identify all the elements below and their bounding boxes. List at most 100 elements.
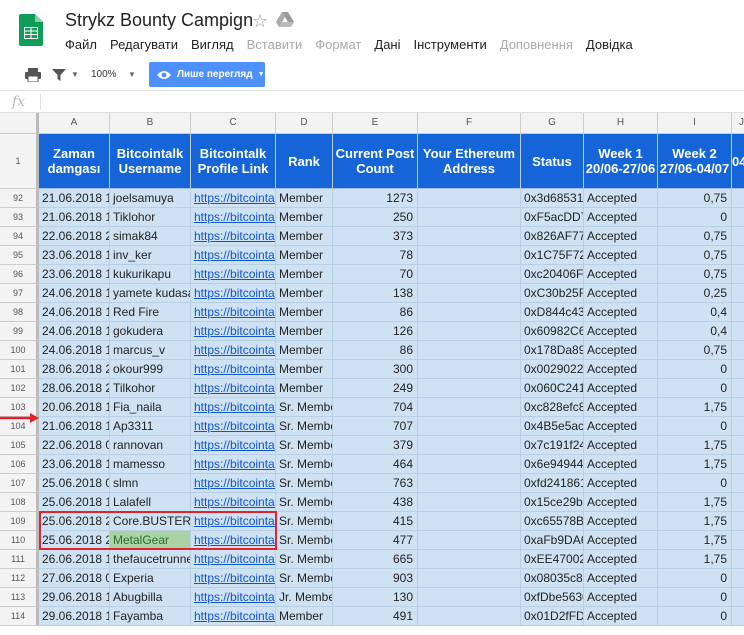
table-cell[interactable]: 0x60982C6c1560E [521,322,584,341]
table-cell[interactable]: https://bitcointalk [191,189,276,208]
table-cell[interactable]: 1,75 [658,455,732,474]
table-cell[interactable]: Accepted [584,265,658,284]
filter-dropdown-icon[interactable]: ▼ [71,70,79,79]
table-cell[interactable] [732,284,744,303]
row-number[interactable]: 92 [0,189,39,208]
table-cell[interactable] [418,189,521,208]
table-cell[interactable] [732,227,744,246]
table-cell[interactable]: Experia [110,569,191,588]
table-cell[interactable]: Accepted [584,436,658,455]
table-cell[interactable]: https://bitcointalk [191,246,276,265]
table-cell[interactable]: 704 [333,398,418,417]
select-all-corner[interactable] [0,113,39,134]
table-cell[interactable]: 0,75 [658,246,732,265]
document-title[interactable]: Strykz Bounty Campign [65,10,253,31]
table-cell[interactable]: Accepted [584,227,658,246]
table-cell[interactable]: 300 [333,360,418,379]
menu-item-4[interactable]: Вставити [247,37,303,52]
table-cell[interactable]: 0xC30b25F301a72 [521,284,584,303]
table-cell[interactable]: https://bitcointalk [191,208,276,227]
table-cell[interactable]: 0xaFb9DA63eDFC [521,531,584,550]
table-cell[interactable] [418,607,521,626]
table-cell[interactable]: 1,75 [658,436,732,455]
table-cell[interactable]: inv_ker [110,246,191,265]
table-cell[interactable] [418,569,521,588]
menu-item-9[interactable]: Довідка [586,37,633,52]
table-cell[interactable]: Member [276,322,333,341]
menu-item-5[interactable]: Формат [315,37,361,52]
table-cell[interactable]: 86 [333,341,418,360]
table-cell[interactable]: Member [276,284,333,303]
table-cell[interactable] [732,474,744,493]
column-header-a[interactable]: A [39,113,110,134]
column-header-d[interactable]: D [276,113,333,134]
table-cell[interactable]: Accepted [584,303,658,322]
table-cell[interactable]: Abugbilla [110,588,191,607]
table-cell[interactable] [732,531,744,550]
table-cell[interactable]: Accepted [584,493,658,512]
table-cell[interactable] [418,550,521,569]
header-cell[interactable]: Rank [276,134,333,189]
table-cell[interactable]: Member [276,303,333,322]
table-cell[interactable]: 0xF5acDD7f32dF1 [521,208,584,227]
print-icon[interactable] [25,68,41,82]
table-cell[interactable]: https://bitcointalk [191,322,276,341]
table-cell[interactable]: 477 [333,531,418,550]
table-cell[interactable]: Member [276,246,333,265]
table-cell[interactable] [732,360,744,379]
menu-item-3[interactable]: Вигляд [191,37,234,52]
table-cell[interactable]: https://bitcointalk [191,284,276,303]
row-number[interactable]: 110 [0,531,39,550]
row-number[interactable]: 96 [0,265,39,284]
table-cell[interactable] [418,208,521,227]
table-cell[interactable]: Fayamba [110,607,191,626]
star-icon[interactable]: ☆ [252,11,268,31]
row-number[interactable]: 106 [0,455,39,474]
table-cell[interactable]: 24.06.2018 1 [39,341,110,360]
table-cell[interactable]: 21.06.2018 1 [39,417,110,436]
table-cell[interactable]: https://bitcointalk [191,588,276,607]
table-cell[interactable]: 0xD844c43677C04 [521,303,584,322]
table-cell[interactable] [418,227,521,246]
table-cell[interactable]: 1,75 [658,550,732,569]
header-cell[interactable]: Your Ethereum Address [418,134,521,189]
row-number[interactable]: 100 [0,341,39,360]
table-cell[interactable]: 0 [658,208,732,227]
table-cell[interactable]: Member [276,227,333,246]
table-cell[interactable]: thefaucetrunne [110,550,191,569]
table-cell[interactable]: 249 [333,379,418,398]
table-cell[interactable]: 903 [333,569,418,588]
table-cell[interactable]: 21.06.2018 1 [39,189,110,208]
row-number[interactable]: 98 [0,303,39,322]
table-cell[interactable]: Red Fire [110,303,191,322]
table-cell[interactable]: 24.06.2018 1 [39,322,110,341]
table-cell[interactable]: 438 [333,493,418,512]
row-number[interactable]: 101 [0,360,39,379]
table-cell[interactable] [418,588,521,607]
table-cell[interactable]: Accepted [584,588,658,607]
table-cell[interactable] [418,436,521,455]
table-cell[interactable]: https://bitcointalk [191,455,276,474]
table-cell[interactable]: 78 [333,246,418,265]
table-cell[interactable]: 0x7c191f24132e11 [521,436,584,455]
table-cell[interactable]: Accepted [584,569,658,588]
table-cell[interactable]: Accepted [584,607,658,626]
table-cell[interactable]: 0 [658,607,732,626]
table-cell[interactable] [732,398,744,417]
table-cell[interactable] [418,398,521,417]
table-cell[interactable]: 24.06.2018 1 [39,303,110,322]
table-cell[interactable]: Accepted [584,512,658,531]
table-cell[interactable]: 23.06.2018 1 [39,265,110,284]
table-cell[interactable]: Ap3311 [110,417,191,436]
table-cell[interactable]: Tilkohor [110,379,191,398]
table-cell[interactable]: 0xc20406F1c80c19 [521,265,584,284]
table-cell[interactable]: Sr. Membe [276,531,333,550]
table-cell[interactable]: 0 [658,474,732,493]
table-cell[interactable]: Member [276,341,333,360]
move-to-drive-icon[interactable] [276,12,294,28]
table-cell[interactable] [732,550,744,569]
table-cell[interactable]: Sr. Membe [276,455,333,474]
header-cell[interactable]: Zaman damgası [39,134,110,189]
table-cell[interactable]: Member [276,360,333,379]
table-cell[interactable]: 0x002902262A8Be [521,360,584,379]
